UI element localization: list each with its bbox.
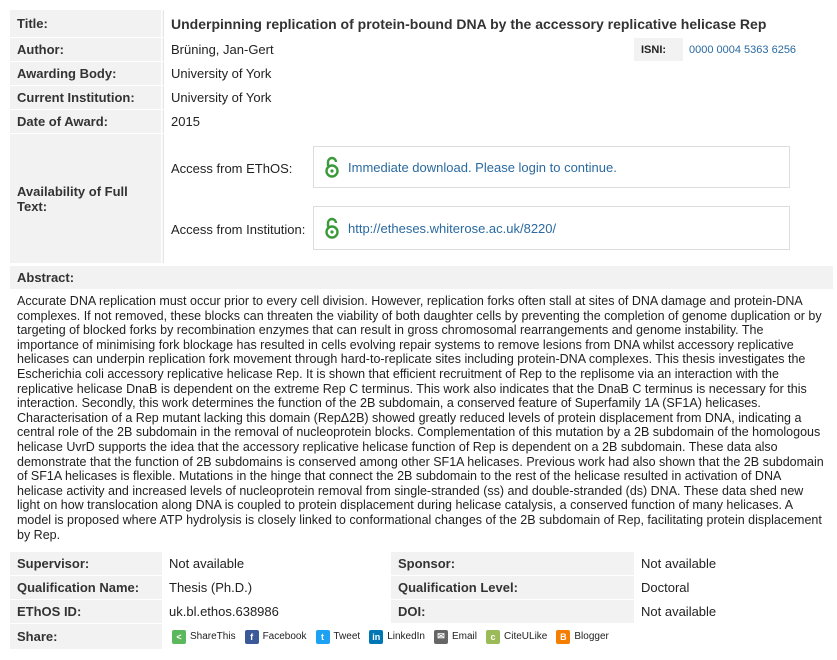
sponsor-value: Not available [634, 552, 833, 575]
author-name: Brüning, Jan-Gert [171, 42, 274, 57]
current-institution-row: Current Institution: University of York [10, 86, 833, 110]
blogger-icon: B [556, 629, 571, 644]
open-access-icon [325, 156, 339, 178]
qualification-level-value: Doctoral [634, 576, 833, 599]
linkedin-icon: in [369, 629, 384, 644]
share-buttons: < ShareThis f Facebook t Tweet in Linked… [162, 624, 833, 649]
abstract-header-row: Abstract: [10, 266, 833, 290]
qualification-row: Qualification Name: Thesis (Ph.D.) Quali… [10, 576, 833, 600]
share-label-text: Blogger [574, 631, 609, 642]
doi-value: Not available [634, 600, 833, 623]
institution-link-box[interactable]: http://etheses.whiterose.ac.uk/8220/ [313, 206, 790, 250]
doi-label: DOI: [391, 600, 634, 623]
ethos-id-value: uk.bl.ethos.638986 [162, 600, 391, 623]
current-institution-label: Current Institution: [10, 86, 162, 109]
availability-row: Availability of Full Text: Access from E… [10, 134, 833, 264]
share-label-text: ShareThis [190, 631, 236, 642]
awarding-body-label: Awarding Body: [10, 62, 162, 85]
share-row: Share: < ShareThis f Facebook t Tweet in… [10, 624, 833, 650]
facebook-icon: f [244, 629, 259, 644]
institution-repository-link[interactable]: http://etheses.whiterose.ac.uk/8220/ [348, 221, 556, 236]
ethos-access-label: Access from EThOS: [171, 161, 293, 176]
awarding-body-row: Awarding Body: University of York [10, 62, 833, 86]
share-label-text: LinkedIn [387, 631, 425, 642]
author-cell: Brüning, Jan-Gert ISNI: 0000 0004 5363 6… [163, 38, 833, 61]
title-label: Title: [10, 10, 162, 37]
share-label: Share: [10, 624, 162, 649]
email-icon: ✉ [434, 629, 448, 644]
qualification-level-label: Qualification Level: [391, 576, 634, 599]
citeulike-icon: c [486, 629, 501, 644]
supervisor-row: Supervisor: Not available Sponsor: Not a… [10, 552, 833, 576]
supervisor-value: Not available [162, 552, 391, 575]
supervisor-label: Supervisor: [10, 552, 162, 575]
share-label-text: Tweet [333, 631, 361, 642]
share-blogger-button[interactable]: B Blogger [556, 629, 609, 644]
availability-cell: Access from EThOS: Immediate download. P… [163, 134, 833, 263]
date-value: 2015 [163, 110, 833, 133]
twitter-icon: t [315, 629, 330, 644]
author-label: Author: [10, 38, 162, 61]
isni-link[interactable]: 0000 0004 5363 6256 [689, 38, 796, 61]
current-institution-value: University of York [163, 86, 833, 109]
qualification-name-value: Thesis (Ph.D.) [162, 576, 391, 599]
abstract-text: Accurate DNA replication must occur prio… [10, 292, 833, 550]
sharethis-icon: < [172, 629, 186, 644]
sponsor-label: Sponsor: [391, 552, 634, 575]
qualification-name-label: Qualification Name: [10, 576, 162, 599]
ethos-id-label: EThOS ID: [10, 600, 162, 623]
share-sharethis-button[interactable]: < ShareThis [172, 629, 236, 644]
thesis-record: Title: Underpinning replication of prote… [0, 0, 837, 660]
ethos-id-row: EThOS ID: uk.bl.ethos.638986 DOI: Not av… [10, 600, 833, 624]
date-row: Date of Award: 2015 [10, 110, 833, 134]
share-label-text: CiteULike [504, 631, 548, 642]
share-label-text: Email [452, 631, 478, 642]
awarding-body-value: University of York [163, 62, 833, 85]
date-label: Date of Award: [10, 110, 162, 133]
abstract-label: Abstract: [10, 266, 833, 289]
ethos-download-box[interactable]: Immediate download. Please login to cont… [313, 146, 790, 188]
share-linkedin-button[interactable]: in LinkedIn [369, 629, 425, 644]
share-email-button[interactable]: ✉ Email [434, 629, 478, 644]
share-twitter-button[interactable]: t Tweet [315, 629, 361, 644]
ethos-download-link[interactable]: Immediate download. Please login to cont… [348, 160, 617, 175]
share-citeulike-button[interactable]: c CiteULike [486, 629, 548, 644]
author-row: Author: Brüning, Jan-Gert ISNI: 0000 000… [10, 38, 833, 62]
share-label-text: Facebook [262, 631, 307, 642]
open-access-icon [325, 217, 339, 239]
availability-label: Availability of Full Text: [10, 134, 162, 263]
share-facebook-button[interactable]: f Facebook [244, 629, 307, 644]
isni-label: ISNI: [633, 38, 683, 61]
title-row: Title: Underpinning replication of prote… [10, 10, 833, 38]
institution-access-label: Access from Institution: [171, 222, 306, 237]
thesis-title: Underpinning replication of protein-boun… [163, 10, 833, 37]
